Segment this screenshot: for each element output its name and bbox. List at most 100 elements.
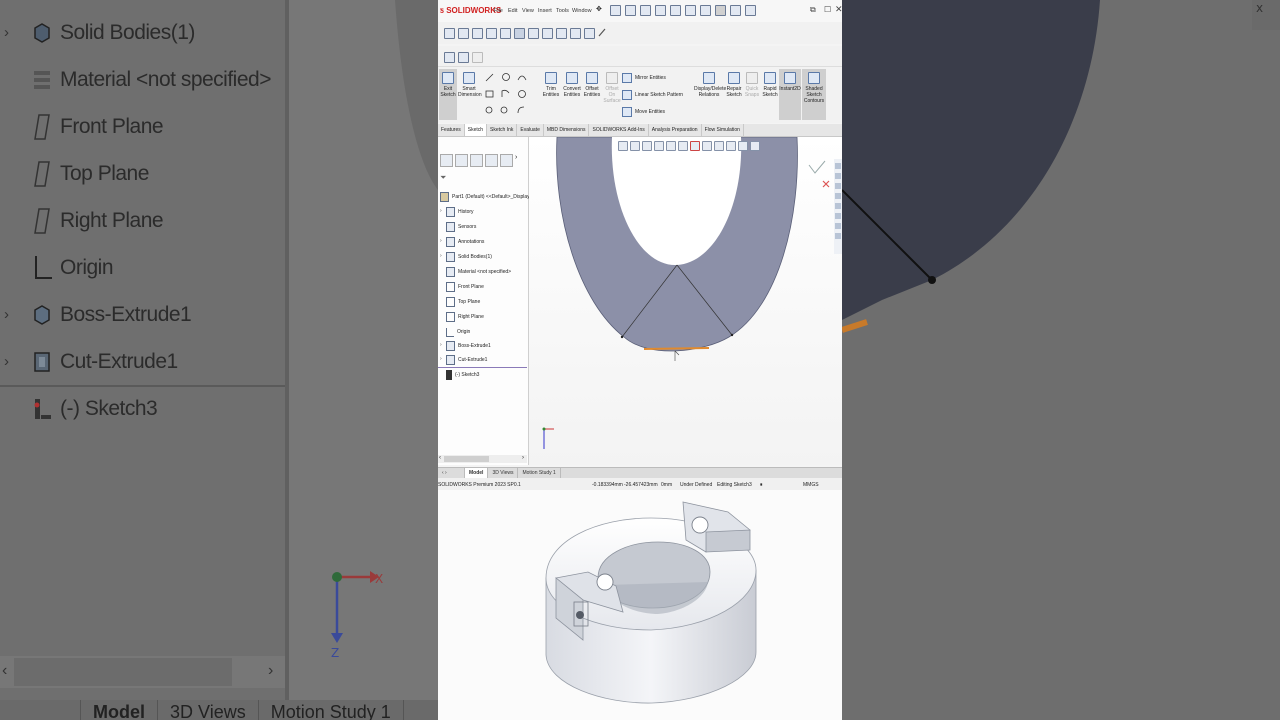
exit-sketch-button[interactable]: Exit Sketch bbox=[439, 69, 457, 120]
expand-icon[interactable]: › bbox=[440, 208, 442, 214]
tree-item-history[interactable]: › History bbox=[440, 206, 474, 218]
top-view-icon[interactable] bbox=[528, 28, 539, 39]
sketch-pencil-icon[interactable] bbox=[598, 28, 607, 37]
display-pane-icon[interactable] bbox=[750, 141, 760, 151]
restore-icon[interactable]: ⧉ bbox=[810, 5, 816, 15]
filter-icon[interactable]: ⏷ bbox=[440, 173, 446, 183]
tree-item-top-plane[interactable]: Top Plane bbox=[446, 296, 480, 308]
tree-item-cut-extrude1[interactable]: › Cut-Extrude1 bbox=[440, 354, 487, 366]
view-orientation-icon[interactable] bbox=[444, 28, 455, 39]
undo-icon[interactable] bbox=[685, 5, 696, 16]
isometric-icon[interactable] bbox=[556, 28, 567, 39]
view-settings-icon[interactable] bbox=[738, 141, 748, 151]
tree-scrollbar[interactable]: ‹ › bbox=[438, 455, 527, 463]
tab-addins[interactable]: SOLIDWORKS Add-Ins bbox=[589, 124, 649, 136]
right-view-icon[interactable] bbox=[500, 28, 511, 39]
linear-sketch-pattern-button[interactable]: Linear Sketch Pattern bbox=[622, 90, 683, 100]
scroll-left-icon[interactable]: ‹ bbox=[439, 455, 441, 461]
display-delete-relations-button[interactable]: Display/Delete Relations bbox=[694, 72, 726, 98]
menu-view[interactable]: View bbox=[522, 8, 534, 14]
rebuild-status-icon[interactable]: ⏸ bbox=[760, 482, 763, 488]
sketch-highlight-line[interactable] bbox=[643, 347, 710, 350]
new-document-icon[interactable] bbox=[625, 5, 636, 16]
tree-item-right-plane[interactable]: Right Plane bbox=[446, 311, 484, 323]
instant2d-button[interactable]: Instant2D bbox=[779, 69, 801, 120]
apply-scene-icon[interactable] bbox=[726, 141, 736, 151]
configuration-tab-icon[interactable] bbox=[470, 154, 483, 167]
offset-entities-button[interactable]: Offset Entities bbox=[582, 72, 602, 98]
tree-item-solid-bodies[interactable]: › Solid Bodies(1) bbox=[440, 251, 492, 263]
tree-item-boss-extrude1[interactable]: › Boss-Extrude1 bbox=[440, 340, 491, 352]
confirmation-corner[interactable] bbox=[808, 160, 830, 188]
tree-item-front-plane[interactable]: Front Plane bbox=[446, 281, 484, 293]
print-icon[interactable] bbox=[670, 5, 681, 16]
expand-icon[interactable]: › bbox=[440, 356, 442, 362]
front-view-icon[interactable] bbox=[458, 28, 469, 39]
expand-icon[interactable]: › bbox=[440, 253, 442, 259]
tab-sketch[interactable]: Sketch bbox=[464, 124, 488, 136]
options-icon[interactable] bbox=[745, 5, 756, 16]
section-view-icon[interactable] bbox=[654, 141, 664, 151]
expand-icon[interactable]: › bbox=[440, 238, 442, 244]
graphics-area[interactable]: ✕ bbox=[529, 137, 842, 465]
trimetric-icon[interactable] bbox=[570, 28, 581, 39]
tree-item-origin[interactable]: Origin bbox=[446, 326, 470, 338]
dynamic-annotation-icon[interactable] bbox=[666, 141, 676, 151]
open-icon[interactable] bbox=[640, 5, 651, 16]
rollback-bar[interactable] bbox=[438, 367, 527, 368]
shaded-sketch-contours-button[interactable]: Shaded Sketch Contours bbox=[802, 69, 826, 120]
snapshot-icon[interactable] bbox=[458, 52, 469, 63]
left-view-icon[interactable] bbox=[486, 28, 497, 39]
move-entities-button[interactable]: Move Entities bbox=[622, 107, 665, 117]
redo-icon[interactable] bbox=[700, 5, 711, 16]
select-icon[interactable] bbox=[715, 5, 726, 16]
tab-analysis-preparation[interactable]: Analysis Preparation bbox=[649, 124, 702, 136]
zoom-to-area-icon[interactable] bbox=[630, 141, 640, 151]
dimxpert-tab-icon[interactable] bbox=[485, 154, 498, 167]
scroll-right-icon[interactable]: › bbox=[522, 455, 524, 461]
tab-features[interactable]: Features bbox=[438, 124, 465, 136]
tree-scroll-thumb[interactable] bbox=[444, 456, 489, 462]
zoom-to-fit-icon[interactable] bbox=[618, 141, 628, 151]
menu-edit[interactable]: Edit bbox=[508, 8, 517, 14]
close-icon[interactable]: ✕ bbox=[835, 4, 842, 15]
tree-item-annotations[interactable]: › Annotations bbox=[440, 236, 484, 248]
expand-icon[interactable]: › bbox=[440, 342, 442, 348]
tree-item-sensors[interactable]: Sensors bbox=[446, 221, 476, 233]
unit-system[interactable]: MMGS bbox=[803, 482, 819, 488]
convert-entities-button[interactable]: Convert Entities bbox=[562, 72, 582, 98]
tab-sketch-ink[interactable]: Sketch Ink bbox=[487, 124, 518, 136]
bottom-view-icon[interactable] bbox=[542, 28, 553, 39]
property-manager-tab-icon[interactable] bbox=[455, 154, 468, 167]
tab-mbd-dimensions[interactable]: MBD Dimensions bbox=[544, 124, 590, 136]
viewport-close-icon[interactable]: ✕ bbox=[832, 137, 837, 139]
rebuild-icon[interactable] bbox=[730, 5, 741, 16]
view-orientation-icon[interactable] bbox=[678, 141, 688, 151]
menu-tools[interactable]: Tools bbox=[556, 8, 569, 14]
save-icon[interactable] bbox=[655, 5, 666, 16]
mirror-entities-button[interactable]: Mirror Entities bbox=[622, 73, 666, 83]
previous-view-icon[interactable] bbox=[642, 141, 652, 151]
more-tabs-icon[interactable]: › bbox=[515, 154, 526, 165]
display-style-icon[interactable] bbox=[690, 141, 700, 151]
tab-flow-simulation[interactable]: Flow Simulation bbox=[702, 124, 744, 136]
menu-window[interactable]: Window bbox=[572, 8, 592, 14]
camera-icon[interactable] bbox=[444, 52, 455, 63]
trim-entities-button[interactable]: Trim Entities bbox=[542, 72, 560, 98]
menu-file[interactable]: File bbox=[494, 8, 503, 14]
edit-appearance-icon[interactable] bbox=[714, 141, 724, 151]
feature-tree-tab-icon[interactable] bbox=[440, 154, 453, 167]
dimetric-icon[interactable] bbox=[584, 28, 595, 39]
maximize-icon[interactable]: ☐ bbox=[824, 5, 831, 14]
repair-sketch-button[interactable]: Repair Sketch bbox=[725, 72, 743, 98]
rapid-sketch-button[interactable]: Rapid Sketch bbox=[761, 72, 779, 98]
tree-item-sketch3[interactable]: (-) Sketch3 bbox=[446, 369, 479, 381]
menu-insert[interactable]: Insert bbox=[538, 8, 552, 14]
part-view[interactable] bbox=[529, 137, 842, 465]
smart-dimension-button[interactable]: Smart Dimension bbox=[458, 72, 482, 98]
back-view-icon[interactable] bbox=[472, 28, 483, 39]
normal-to-icon[interactable] bbox=[514, 28, 525, 39]
home-icon[interactable] bbox=[610, 5, 621, 16]
tree-item-material[interactable]: Material <not specified> bbox=[446, 266, 511, 278]
tree-root[interactable]: Part1 (Default) <<Default>_Display St bbox=[440, 191, 536, 203]
